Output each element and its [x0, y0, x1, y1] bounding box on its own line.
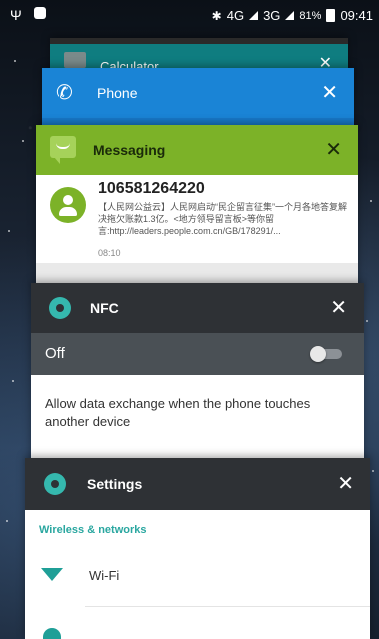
divider [85, 606, 370, 607]
bluetooth-icon [43, 628, 61, 639]
phone-close-button[interactable]: ✕ [321, 83, 338, 103]
settings-preview[interactable]: Wireless & networks Wi-Fi [25, 510, 370, 639]
nfc-description: Allow data exchange when the phone touch… [45, 396, 311, 429]
recent-card-nfc[interactable]: NFC ✕ Off Allow data exchange when the p… [31, 283, 364, 463]
clock: 09:41 [340, 8, 373, 23]
calculator-icon [64, 52, 86, 68]
message-footer [36, 263, 358, 285]
settings-card-title: Settings [87, 476, 143, 492]
settings-close-button[interactable]: ✕ [337, 474, 354, 494]
status-bar-right: ✱ 4G 3G 81% 09:41 [212, 8, 373, 23]
messaging-card-title: Messaging [93, 142, 166, 158]
message-sender: 106581264220 [98, 180, 205, 197]
nfc-toggle-label: Off [45, 345, 65, 362]
settings-item-wifi[interactable]: Wi-Fi [89, 568, 119, 583]
battery-percent: 81% [299, 9, 322, 22]
recent-card-phone[interactable]: ✆ Phone ✕ [42, 68, 354, 128]
settings-section-header: Wireless & networks [39, 524, 147, 536]
gear-icon [47, 295, 73, 321]
network-4g-label: 4G [226, 8, 245, 23]
messaging-card-header[interactable]: Messaging ✕ [36, 125, 358, 175]
message-snippet: 【人民网公益云】人民网启动“民企留言征集”一个月各地答复解决拖欠账款1.3亿。<… [98, 202, 347, 236]
signal-icon-2 [285, 11, 295, 20]
messaging-icon [50, 136, 76, 164]
nfc-toggle-switch[interactable] [310, 346, 342, 362]
settings-card-header[interactable]: Settings ✕ [25, 458, 370, 510]
status-bar: Ψ ✱ 4G 3G 81% 09:41 [0, 0, 379, 30]
nfc-toggle-row[interactable]: Off [31, 333, 364, 375]
nfc-close-button[interactable]: ✕ [330, 298, 347, 318]
message-thread-preview[interactable]: 106581264220 【人民网公益云】人民网启动“民企留言征集”一个月各地答… [36, 175, 358, 285]
message-time: 08:10 [98, 248, 121, 258]
nfc-card-title: NFC [90, 300, 119, 316]
network-3g-label: 3G [263, 8, 281, 23]
gear-icon [42, 471, 68, 497]
battery-icon [326, 9, 336, 22]
recent-card-settings[interactable]: Settings ✕ Wireless & networks Wi-Fi [25, 458, 370, 639]
notification-icon [34, 7, 46, 19]
phone-icon: ✆ [56, 82, 73, 104]
wifi-icon [41, 568, 63, 581]
messaging-close-button[interactable]: ✕ [325, 140, 342, 160]
bluetooth-icon: ✱ [211, 8, 222, 23]
contact-avatar-icon [50, 187, 86, 223]
usb-icon: Ψ [10, 7, 22, 23]
phone-card-header[interactable]: ✆ Phone ✕ [42, 68, 354, 118]
phone-card-title: Phone [97, 85, 138, 101]
recent-card-messaging[interactable]: Messaging ✕ 106581264220 【人民网公益云】人民网启动“民… [36, 125, 358, 285]
signal-icon [249, 11, 259, 20]
nfc-card-header[interactable]: NFC ✕ [31, 283, 364, 333]
